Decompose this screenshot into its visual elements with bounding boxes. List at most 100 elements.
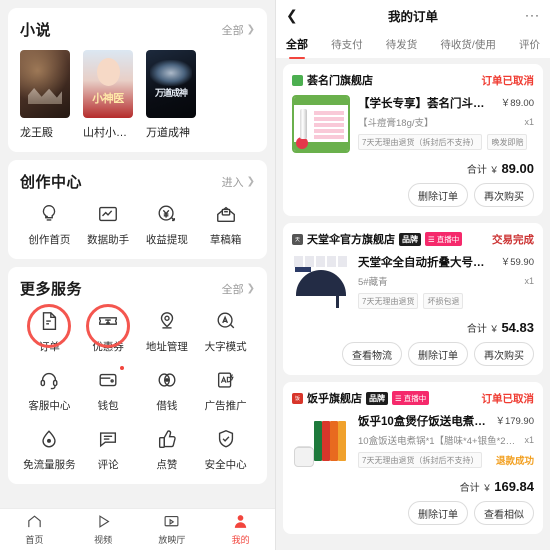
home-icon [28, 515, 41, 528]
product-thumbnail [292, 254, 350, 312]
service-item-ads[interactable]: 广告推广 [196, 368, 255, 413]
creation-item-drafts[interactable]: 草稿箱 [196, 202, 255, 247]
service-item-support[interactable]: 客服中心 [20, 368, 79, 413]
tabbar-item-mine[interactable]: 我的 [206, 513, 275, 546]
live-badge[interactable]: ☰ 直播中 [425, 232, 463, 246]
droplet-icon [37, 427, 61, 451]
bottom-tabbar: 首页 视频 放映厅 我的 [0, 508, 275, 550]
tab-review[interactable]: 评价 [517, 37, 542, 52]
page-title: 我的订单 [387, 9, 438, 24]
service-item-large-text[interactable]: 大字模式 [196, 309, 255, 354]
tab-pending-receipt[interactable]: 待收货/使用 [438, 37, 497, 52]
buy-again-button[interactable]: 再次购买 [474, 183, 534, 207]
creation-center-section: 创作中心 进入 ❯ 创作首页 数据助手 收益提现 草稿箱 [8, 160, 267, 259]
refund-status: 退款成功 [495, 456, 534, 467]
services-more-label: 全部 [221, 283, 244, 296]
order-product[interactable]: 【学长专享】荟名门斗痘… ￥89.00 【斗痘膏18g/支】 x1 7天无理由退… [292, 95, 534, 153]
order-card[interactable]: 荟名门旗舰店 订单已取消 【学长专享】荟名门斗痘… ￥89.00 【斗痘膏18g… [283, 64, 543, 216]
order-card[interactable]: 饭 饭乎旗舰店 品牌 ☰ 直播中 订单已取消 饭乎10盒煲仔饭送电煮… ￥179… [283, 382, 543, 534]
novel-cover-image [83, 50, 133, 118]
person-icon [234, 515, 247, 528]
service-item-wallet[interactable]: 钱包 [79, 366, 138, 413]
creation-item-data[interactable]: 数据助手 [79, 202, 138, 247]
service-item-coupons[interactable]: 优惠券 [79, 304, 138, 354]
novel-section-header: 小说 全部 ❯ [20, 19, 255, 40]
novel-item[interactable]: 山村小… [83, 50, 133, 140]
product-price: ￥179.90 [495, 416, 534, 427]
product-price: ￥89.00 [500, 98, 534, 109]
product-thumbnail [292, 95, 350, 153]
novel-section-more[interactable]: 全部 ❯ [222, 22, 255, 38]
tabbar-item-label: 视频 [94, 535, 113, 545]
product-tag: 7天无理由退货 [358, 293, 419, 309]
product-thumbnail [292, 413, 350, 471]
chart-icon [96, 202, 120, 226]
service-item-label: 点赞 [156, 459, 178, 471]
comment-icon [96, 427, 120, 451]
tabbar-item-home[interactable]: 首页 [0, 513, 69, 546]
buy-again-button[interactable]: 再次购买 [474, 342, 534, 366]
creation-item-withdraw[interactable]: 收益提现 [138, 202, 197, 247]
order-total-label: 合计 [459, 483, 480, 494]
services-more[interactable]: 全部 ❯ [222, 281, 255, 297]
product-info: 天堂伞全自动折叠大号纯… ￥59.90 5#藏青 x1 7天无理由退货 坏损包退 [358, 254, 534, 312]
view-logistics-button[interactable]: 查看物流 [342, 342, 402, 366]
brand-badge: 品牌 [399, 232, 421, 246]
services-section: 更多服务 全部 ❯ 订单 优惠券 地址管理 大字模式 客服中心 钱包 借钱 广告… [8, 267, 267, 484]
more-dots-icon[interactable]: ··· [522, 8, 540, 22]
product-quantity: x1 [524, 276, 534, 286]
order-product[interactable]: 天堂伞全自动折叠大号纯… ￥59.90 5#藏青 x1 7天无理由退货 坏损包退 [292, 254, 534, 312]
tabbar-item-theater[interactable]: 放映厅 [138, 513, 207, 546]
creation-center-enter[interactable]: 进入 ❯ [222, 174, 255, 190]
novel-title: 万道成神 [146, 127, 190, 139]
product-info: 【学长专享】荟名门斗痘… ￥89.00 【斗痘膏18g/支】 x1 7天无理由退… [358, 95, 534, 153]
letter-a-circle-icon [214, 309, 238, 333]
service-item-security[interactable]: 安全中心 [196, 427, 255, 472]
service-item-loan[interactable]: 借钱 [138, 368, 197, 413]
order-card[interactable]: 天 天堂伞官方旗舰店 品牌 ☰ 直播中 交易完成 天堂伞全自动折叠大号纯… ￥5… [283, 223, 543, 375]
order-shop-row[interactable]: 天 天堂伞官方旗舰店 品牌 ☰ 直播中 交易完成 [292, 231, 534, 247]
location-pin-icon [155, 309, 179, 333]
service-item-comments[interactable]: 评论 [79, 427, 138, 472]
novel-item[interactable]: 龙王殿 [20, 50, 70, 140]
shop-avatar-icon: 天 [292, 233, 303, 245]
order-shop-row[interactable]: 荟名门旗舰店 订单已取消 [292, 72, 534, 88]
tab-all[interactable]: 全部 [284, 36, 310, 52]
live-badge[interactable]: ☰ 直播中 [392, 391, 430, 405]
order-status-tabs: 全部 待支付 待发货 待收货/使用 评价 [276, 30, 550, 58]
product-spec: 5#藏青 [358, 277, 388, 288]
novel-item[interactable]: 万道成神 [146, 50, 196, 140]
creation-center-grid: 创作首页 数据助手 收益提现 草稿箱 [20, 202, 255, 247]
chevron-left-icon[interactable]: ❮ [286, 7, 304, 24]
service-item-orders[interactable]: 订单 [20, 304, 79, 354]
coins-icon [155, 368, 179, 392]
service-item-likes[interactable]: 点赞 [138, 427, 197, 472]
order-total-amount: 54.83 [501, 320, 534, 335]
order-status: 订单已取消 [481, 392, 535, 405]
yuan-circle-icon [155, 202, 179, 226]
product-title: 饭乎10盒煲仔饭送电煮… [358, 416, 486, 428]
view-similar-button[interactable]: 查看相似 [474, 501, 534, 525]
ad-icon [214, 368, 238, 392]
services-title: 更多服务 [20, 281, 83, 298]
tab-pending-payment[interactable]: 待支付 [329, 37, 365, 52]
tabbar-item-video[interactable]: 视频 [69, 513, 138, 546]
tab-pending-shipment[interactable]: 待发货 [384, 37, 420, 52]
order-status: 交易完成 [492, 233, 534, 246]
order-product[interactable]: 饭乎10盒煲仔饭送电煮… ￥179.90 10盒饭送电煮锅*1【腊味*4+银鱼*… [292, 413, 534, 471]
novel-cover-image [146, 50, 196, 118]
service-item-address[interactable]: 地址管理 [138, 309, 197, 354]
delete-order-button[interactable]: 删除订单 [408, 183, 468, 207]
product-spec: 【斗痘膏18g/支】 [358, 118, 434, 129]
live-badge-label: 直播中 [436, 234, 460, 244]
novel-cover-image [20, 50, 70, 118]
creation-more-label: 进入 [221, 176, 244, 189]
live-badge-label: 直播中 [403, 393, 427, 403]
delete-order-button[interactable]: 删除订单 [408, 342, 468, 366]
creation-item-home[interactable]: 创作首页 [20, 202, 79, 247]
creation-item-label: 创作首页 [28, 234, 71, 246]
creation-center-title: 创作中心 [20, 174, 83, 191]
delete-order-button[interactable]: 删除订单 [408, 501, 468, 525]
order-shop-row[interactable]: 饭 饭乎旗舰店 品牌 ☰ 直播中 订单已取消 [292, 390, 534, 406]
service-item-free-data[interactable]: 免流量服务 [20, 427, 79, 472]
